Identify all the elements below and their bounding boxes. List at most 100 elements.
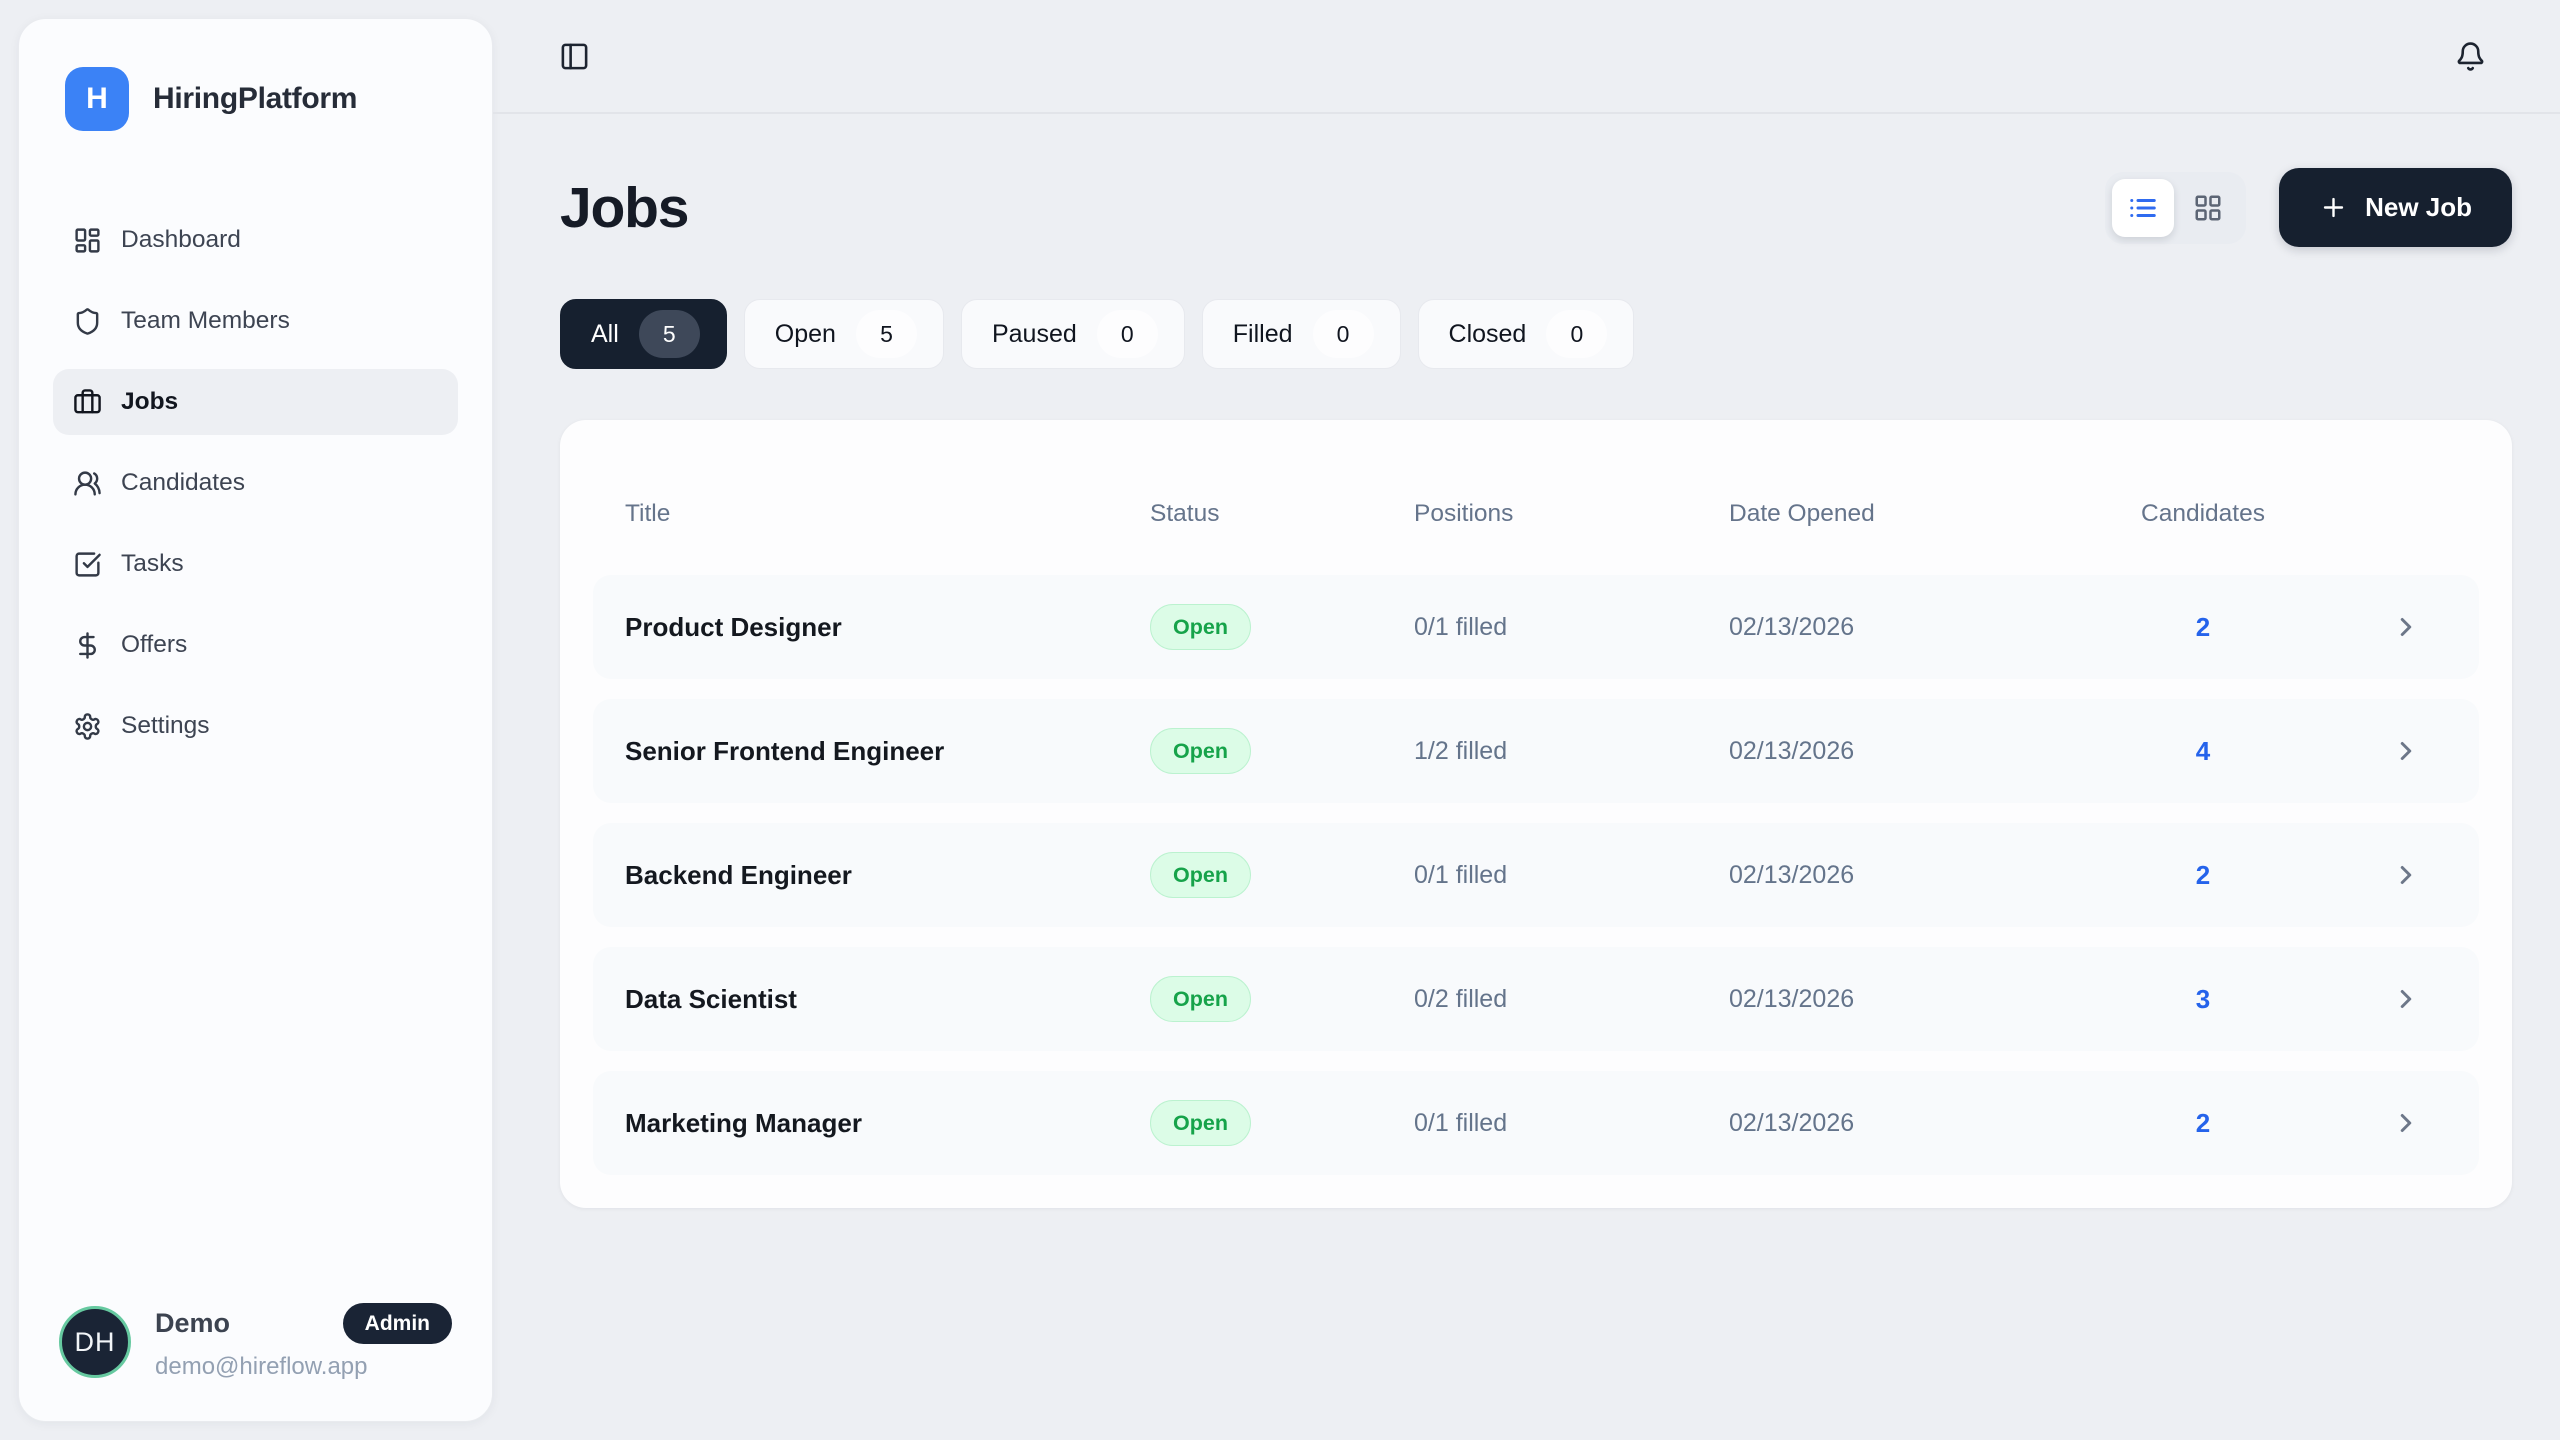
candidates-count-link[interactable]: 2 xyxy=(2128,860,2278,891)
sidebar-item-jobs[interactable]: Jobs xyxy=(53,369,458,435)
sidebar-nav: Dashboard Team Members Jobs Candidates T… xyxy=(53,207,458,759)
job-date-opened: 02/13/2026 xyxy=(1729,861,2128,890)
bell-icon xyxy=(2455,41,2486,72)
sidebar-item-label: Offers xyxy=(121,631,187,659)
job-title: Backend Engineer xyxy=(593,860,1150,891)
job-positions: 0/1 filled xyxy=(1414,613,1729,642)
sidebar-item-label: Dashboard xyxy=(121,226,241,254)
dollar-sign-icon xyxy=(73,631,102,660)
header-actions: New Job xyxy=(2105,168,2512,247)
briefcase-icon xyxy=(73,388,102,417)
table-row-data-scientist[interactable]: Data Scientist Open 0/2 filled 02/13/202… xyxy=(593,947,2479,1051)
role-badge: Admin xyxy=(343,1303,452,1344)
jobs-table: Title Status Positions Date Opened Candi… xyxy=(560,420,2512,1208)
avatar: DH xyxy=(59,1306,131,1378)
filter-count: 0 xyxy=(1313,310,1374,358)
table-row-backend-engineer[interactable]: Backend Engineer Open 0/1 filled 02/13/2… xyxy=(593,823,2479,927)
filter-count: 5 xyxy=(639,310,700,358)
sidebar-item-settings[interactable]: Settings xyxy=(53,693,458,759)
app-logo: H xyxy=(65,67,129,131)
sidebar-item-offers[interactable]: Offers xyxy=(53,612,458,678)
page-header: Jobs New Job xyxy=(560,168,2512,247)
topbar xyxy=(493,0,2560,114)
filter-label: All xyxy=(591,320,619,349)
column-candidates: Candidates xyxy=(2128,500,2278,528)
status-badge: Open xyxy=(1150,976,1251,1022)
chevron-right-icon[interactable] xyxy=(2391,736,2421,766)
sidebar-item-label: Candidates xyxy=(121,469,245,497)
status-badge: Open xyxy=(1150,728,1251,774)
filter-label: Open xyxy=(775,320,836,349)
logo-letter: H xyxy=(86,82,108,116)
candidates-count-link[interactable]: 2 xyxy=(2128,612,2278,643)
new-job-button[interactable]: New Job xyxy=(2279,168,2512,247)
sidebar-toggle-button[interactable] xyxy=(559,41,590,72)
gear-icon xyxy=(73,712,102,741)
status-badge: Open xyxy=(1150,852,1251,898)
job-positions: 0/1 filled xyxy=(1414,1109,1729,1138)
job-date-opened: 02/13/2026 xyxy=(1729,985,2128,1014)
users-icon xyxy=(73,469,102,498)
grid-view-button[interactable] xyxy=(2177,179,2239,237)
sidebar-item-team-members[interactable]: Team Members xyxy=(53,288,458,354)
filter-paused[interactable]: Paused 0 xyxy=(961,299,1185,369)
status-badge: Open xyxy=(1150,604,1251,650)
panel-left-icon xyxy=(559,41,590,72)
list-view-button[interactable] xyxy=(2112,179,2174,237)
view-toggle xyxy=(2105,172,2246,244)
filter-closed[interactable]: Closed 0 xyxy=(1418,299,1635,369)
job-date-opened: 02/13/2026 xyxy=(1729,737,2128,766)
user-card: DH Demo Admin demo@hireflow.app xyxy=(53,1303,458,1381)
job-date-opened: 02/13/2026 xyxy=(1729,1109,2128,1138)
list-view-icon xyxy=(2128,193,2158,223)
app-title: HiringPlatform xyxy=(153,82,357,116)
table-row-marketing-manager[interactable]: Marketing Manager Open 0/1 filled 02/13/… xyxy=(593,1071,2479,1175)
chevron-right-icon[interactable] xyxy=(2391,860,2421,890)
sidebar-item-label: Team Members xyxy=(121,307,290,335)
table-row-product-designer[interactable]: Product Designer Open 0/1 filled 02/13/2… xyxy=(593,575,2479,679)
candidates-count-link[interactable]: 3 xyxy=(2128,984,2278,1015)
sidebar: H HiringPlatform Dashboard Team Members … xyxy=(18,18,493,1422)
job-title: Marketing Manager xyxy=(593,1108,1150,1139)
chevron-right-icon[interactable] xyxy=(2391,984,2421,1014)
table-row-senior-frontend-engineer[interactable]: Senior Frontend Engineer Open 1/2 filled… xyxy=(593,699,2479,803)
sidebar-item-candidates[interactable]: Candidates xyxy=(53,450,458,516)
filter-count: 0 xyxy=(1546,310,1607,358)
table-header: Title Status Positions Date Opened Candi… xyxy=(593,453,2479,575)
user-name: Demo xyxy=(155,1308,230,1339)
square-check-icon xyxy=(73,550,102,579)
user-info: Demo Admin demo@hireflow.app xyxy=(155,1303,452,1381)
new-job-label: New Job xyxy=(2365,192,2472,223)
sidebar-item-label: Jobs xyxy=(121,388,178,416)
candidates-count-link[interactable]: 2 xyxy=(2128,1108,2278,1139)
layout-dashboard-icon xyxy=(73,226,102,255)
grid-view-icon xyxy=(2193,193,2223,223)
sidebar-item-tasks[interactable]: Tasks xyxy=(53,531,458,597)
candidates-count-link[interactable]: 4 xyxy=(2128,736,2278,767)
filter-filled[interactable]: Filled 0 xyxy=(1202,299,1401,369)
column-title: Title xyxy=(593,500,1150,528)
status-badge: Open xyxy=(1150,1100,1251,1146)
filter-label: Paused xyxy=(992,320,1077,349)
job-title: Data Scientist xyxy=(593,984,1150,1015)
chevron-right-icon[interactable] xyxy=(2391,612,2421,642)
job-positions: 1/2 filled xyxy=(1414,737,1729,766)
chevron-right-icon[interactable] xyxy=(2391,1108,2421,1138)
sidebar-item-label: Tasks xyxy=(121,550,184,578)
column-positions: Positions xyxy=(1414,500,1729,528)
plus-icon xyxy=(2319,193,2348,222)
job-positions: 0/1 filled xyxy=(1414,861,1729,890)
job-title: Product Designer xyxy=(593,612,1150,643)
job-title: Senior Frontend Engineer xyxy=(593,736,1150,767)
column-status: Status xyxy=(1150,500,1414,528)
notifications-button[interactable] xyxy=(2455,41,2486,72)
brand: H HiringPlatform xyxy=(53,53,458,131)
filter-open[interactable]: Open 5 xyxy=(744,299,944,369)
sidebar-item-dashboard[interactable]: Dashboard xyxy=(53,207,458,273)
user-email: demo@hireflow.app xyxy=(155,1353,452,1381)
filter-all[interactable]: All 5 xyxy=(560,299,727,369)
filter-count: 5 xyxy=(856,310,917,358)
avatar-initials: DH xyxy=(75,1327,116,1358)
shield-icon xyxy=(73,307,102,336)
column-date-opened: Date Opened xyxy=(1729,500,2128,528)
